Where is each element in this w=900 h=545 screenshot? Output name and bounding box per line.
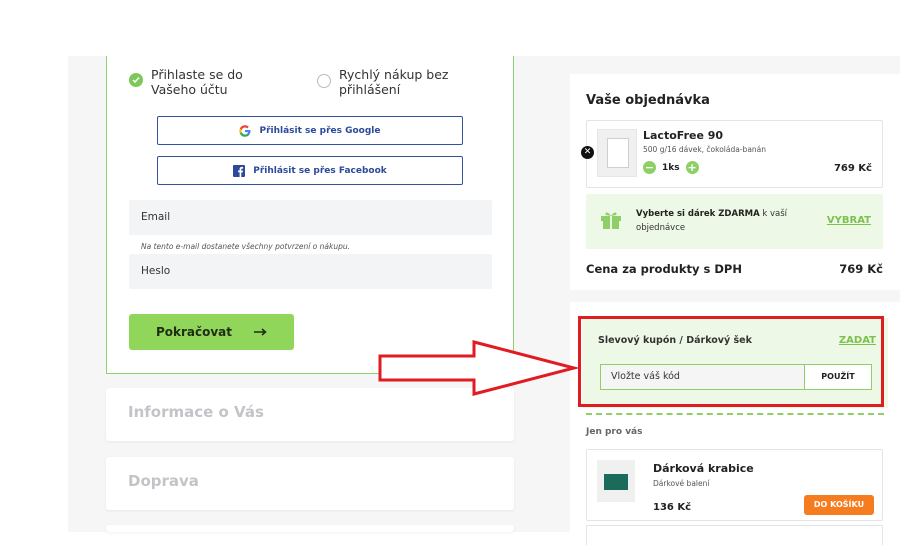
section-next [106, 525, 514, 532]
gift-offer: Vyberte si dárek ZDARMA k vaší objednávc… [586, 194, 883, 249]
total-label: Cena za produkty s DPH [586, 262, 742, 276]
order-summary: Vaše objednávka LactoFree 90 500 g/16 dá… [570, 74, 900, 290]
continue-label: Pokračovat [155, 325, 233, 339]
email-label: Email [141, 211, 171, 223]
order-title: Vaše objednávka [586, 93, 710, 108]
checked-radio-icon[interactable] [129, 73, 143, 87]
section-shipping[interactable]: Doprava [106, 457, 514, 510]
total-value: 769 Kč [839, 262, 883, 276]
offers-label: Jen pro vás [586, 427, 643, 437]
product-name[interactable]: LactoFree 90 [643, 129, 723, 142]
offer-subtitle: Dárkové balení [653, 479, 710, 488]
continue-button[interactable]: Pokračovat [129, 314, 294, 350]
email-hint: Na tento e-mail dostanete všechny potvrz… [141, 242, 351, 251]
google-icon [239, 124, 251, 137]
quick-purchase-option[interactable]: Rychlý nákup bez přihlášení [317, 67, 454, 97]
quantity-value: 1ks [662, 162, 680, 173]
divider [586, 413, 884, 415]
section-title: Doprava [128, 472, 199, 490]
product-price: 769 Kč [833, 163, 872, 174]
product-image [597, 129, 637, 177]
remove-item-icon[interactable]: ✕ [581, 146, 594, 159]
google-login-button[interactable]: Přihlásit se přes Google [157, 116, 463, 145]
facebook-login-label: Přihlásit se přes Facebook [253, 165, 387, 176]
login-option-label: Přihlaste se do Vašeho účtu [151, 67, 243, 97]
password-field[interactable]: Heslo [129, 254, 492, 289]
login-card: Přihlaste se do Vašeho účtu Rychlý nákup… [106, 56, 514, 374]
plus-icon[interactable]: + [685, 161, 699, 174]
gift-text: Vyberte si dárek ZDARMA k vaší objednávc… [636, 209, 788, 233]
google-login-label: Přihlásit se přes Google [259, 125, 381, 136]
minus-icon[interactable]: − [643, 161, 656, 174]
email-field[interactable]: Email [129, 200, 492, 235]
highlight-box [578, 316, 884, 407]
quantity-stepper: − 1ks + [643, 161, 699, 174]
add-to-cart-button[interactable]: DO KOŠÍKU [804, 495, 874, 515]
offer-name[interactable]: Dárková krabice [653, 462, 754, 475]
facebook-login-button[interactable]: Přihlásit se přes Facebook [157, 156, 463, 185]
offer-item [586, 525, 883, 545]
cart-item: LactoFree 90 500 g/16 dávek, čokoláda-ba… [586, 120, 883, 188]
annotation-arrow-icon [378, 340, 578, 396]
password-label: Heslo [141, 265, 171, 277]
gift-icon [601, 212, 621, 229]
offer-item: Dárková krabice Dárkové balení 136 Kč DO… [586, 449, 883, 521]
product-variant: 500 g/16 dávek, čokoláda-banán [643, 145, 767, 154]
offer-image [597, 460, 635, 502]
login-option[interactable]: Přihlaste se do Vašeho účtu [129, 67, 291, 97]
section-title: Informace o Vás [128, 403, 264, 421]
arrow-right-icon [254, 328, 267, 336]
choose-gift-link[interactable]: VYBRAT [827, 215, 871, 226]
facebook-icon [233, 164, 246, 177]
offer-price: 136 Kč [653, 502, 692, 513]
quick-purchase-label: Rychlý nákup bez přihlášení [339, 67, 449, 97]
radio-icon[interactable] [317, 74, 331, 88]
